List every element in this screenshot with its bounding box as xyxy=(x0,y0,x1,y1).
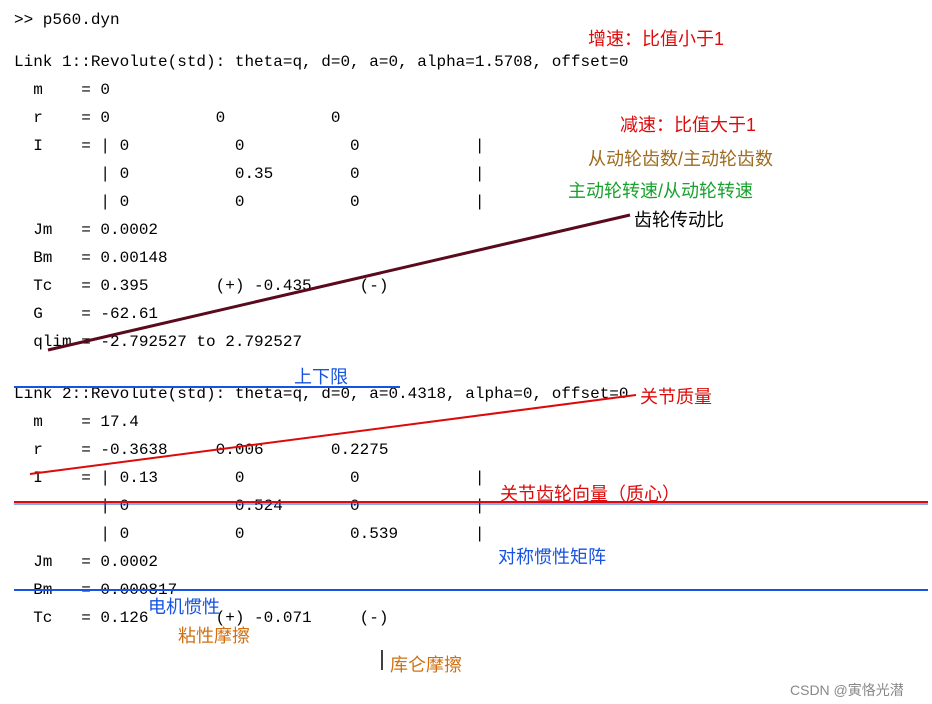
annot-ratio2: 主动轮转速/从动轮转速 xyxy=(568,176,753,208)
annot-slowdown: 减速：比值大于1 xyxy=(620,110,756,142)
link2-I0: I = | 0.13 0 0 | xyxy=(14,464,926,492)
link2-I1: | 0 0.524 0 | xyxy=(14,492,926,520)
link1-m: m = 0 xyxy=(14,76,926,104)
watermark: CSDN @寅恪光潜 xyxy=(790,678,904,703)
annot-speedup: 增速：比值小于1 xyxy=(588,24,724,56)
annot-inertia: 对称惯性矩阵 xyxy=(498,542,606,574)
link1-I1: | 0 0.35 0 | xyxy=(14,160,926,188)
link2-I2: | 0 0 0.539 | xyxy=(14,520,926,548)
link1-qlim: qlim = -2.792527 to 2.792527 xyxy=(14,328,926,356)
annot-motorJ: 电机惯性 xyxy=(148,592,220,624)
annot-Bm: 粘性摩擦 xyxy=(178,621,250,653)
link1-Jm: Jm = 0.0002 xyxy=(14,216,926,244)
annot-gearratio: 齿轮传动比 xyxy=(634,205,724,237)
link1-Bm: Bm = 0.00148 xyxy=(14,244,926,272)
link1-Tc: Tc = 0.395 (+) -0.435 (-) xyxy=(14,272,926,300)
command-prompt: >> p560.dyn xyxy=(14,6,926,34)
link1-G: G = -62.61 xyxy=(14,300,926,328)
annot-jointmass: 关节质量 xyxy=(640,382,712,414)
link1-I2: | 0 0 0 | xyxy=(14,188,926,216)
link2-m: m = 17.4 xyxy=(14,408,926,436)
annot-Tc: 库仑摩擦 xyxy=(390,650,462,682)
link2-Jm: Jm = 0.0002 xyxy=(14,548,926,576)
link1-I0: I = | 0 0 0 | xyxy=(14,132,926,160)
link1-r: r = 0 0 0 xyxy=(14,104,926,132)
annot-qlim: 上下限 xyxy=(294,362,348,394)
link2-r: r = -0.3638 0.006 0.2275 xyxy=(14,436,926,464)
annot-cog: 关节齿轮向量（质心） xyxy=(500,479,680,511)
link2-header: Link 2::Revolute(std): theta=q, d=0, a=0… xyxy=(14,380,926,408)
annot-ratio1: 从动轮齿数/主动轮齿数 xyxy=(588,144,773,176)
link1-header: Link 1::Revolute(std): theta=q, d=0, a=0… xyxy=(14,48,926,76)
